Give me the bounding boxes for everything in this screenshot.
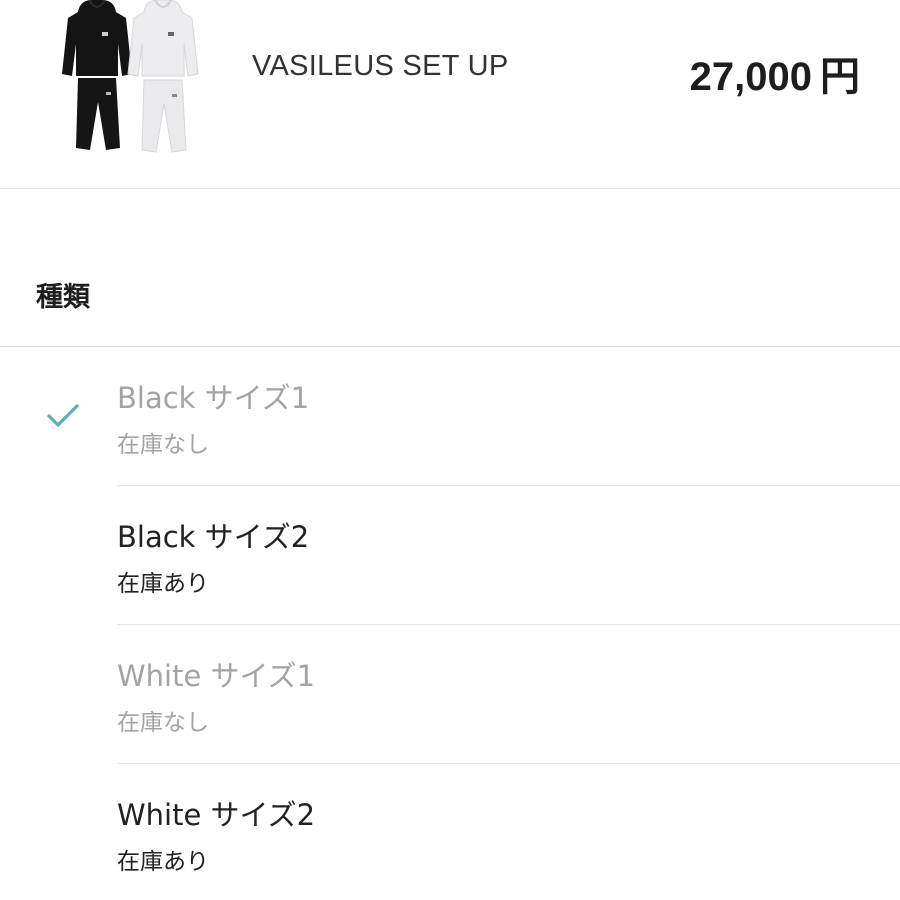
variant-stock-status: 在庫なし	[117, 710, 209, 736]
variant-option-white-size-2[interactable]: White サイズ2 在庫あり	[0, 764, 900, 900]
variant-option-label: White サイズ1	[117, 659, 316, 693]
price-unit: 円	[820, 54, 860, 100]
product-summary: VASILEUS SET UP 27,000 円	[0, 0, 900, 189]
white-tracksuit-image	[127, 0, 199, 153]
variant-stock-status: 在庫あり	[117, 571, 209, 597]
black-tracksuit-image	[62, 0, 132, 150]
variant-option-black-size-1[interactable]: Black サイズ1 在庫なし	[0, 347, 900, 486]
variant-stock-status: 在庫なし	[117, 432, 209, 458]
variant-option-white-size-1[interactable]: White サイズ1 在庫なし	[0, 625, 900, 764]
product-thumbnail	[62, 0, 199, 153]
checkmark-icon	[47, 404, 79, 427]
price-amount: 27,000	[689, 55, 812, 99]
variant-option-label: White サイズ2	[117, 798, 316, 832]
product-name: VASILEUS SET UP	[252, 50, 509, 82]
product-price: 27,000 円	[690, 44, 860, 102]
variant-option-label: Black サイズ2	[117, 520, 310, 554]
variant-options-list: Black サイズ1 在庫なし Black サイズ2 在庫あり White サイ…	[0, 347, 900, 900]
variant-section-heading: 種類	[36, 282, 90, 313]
variant-selection-page: VASILEUS SET UP 27,000 円 種類 Black サイズ1 在庫…	[0, 0, 900, 900]
variant-option-black-size-2[interactable]: Black サイズ2 在庫あり	[0, 486, 900, 625]
variant-stock-status: 在庫あり	[117, 849, 209, 875]
variant-option-label: Black サイズ1	[117, 381, 310, 415]
